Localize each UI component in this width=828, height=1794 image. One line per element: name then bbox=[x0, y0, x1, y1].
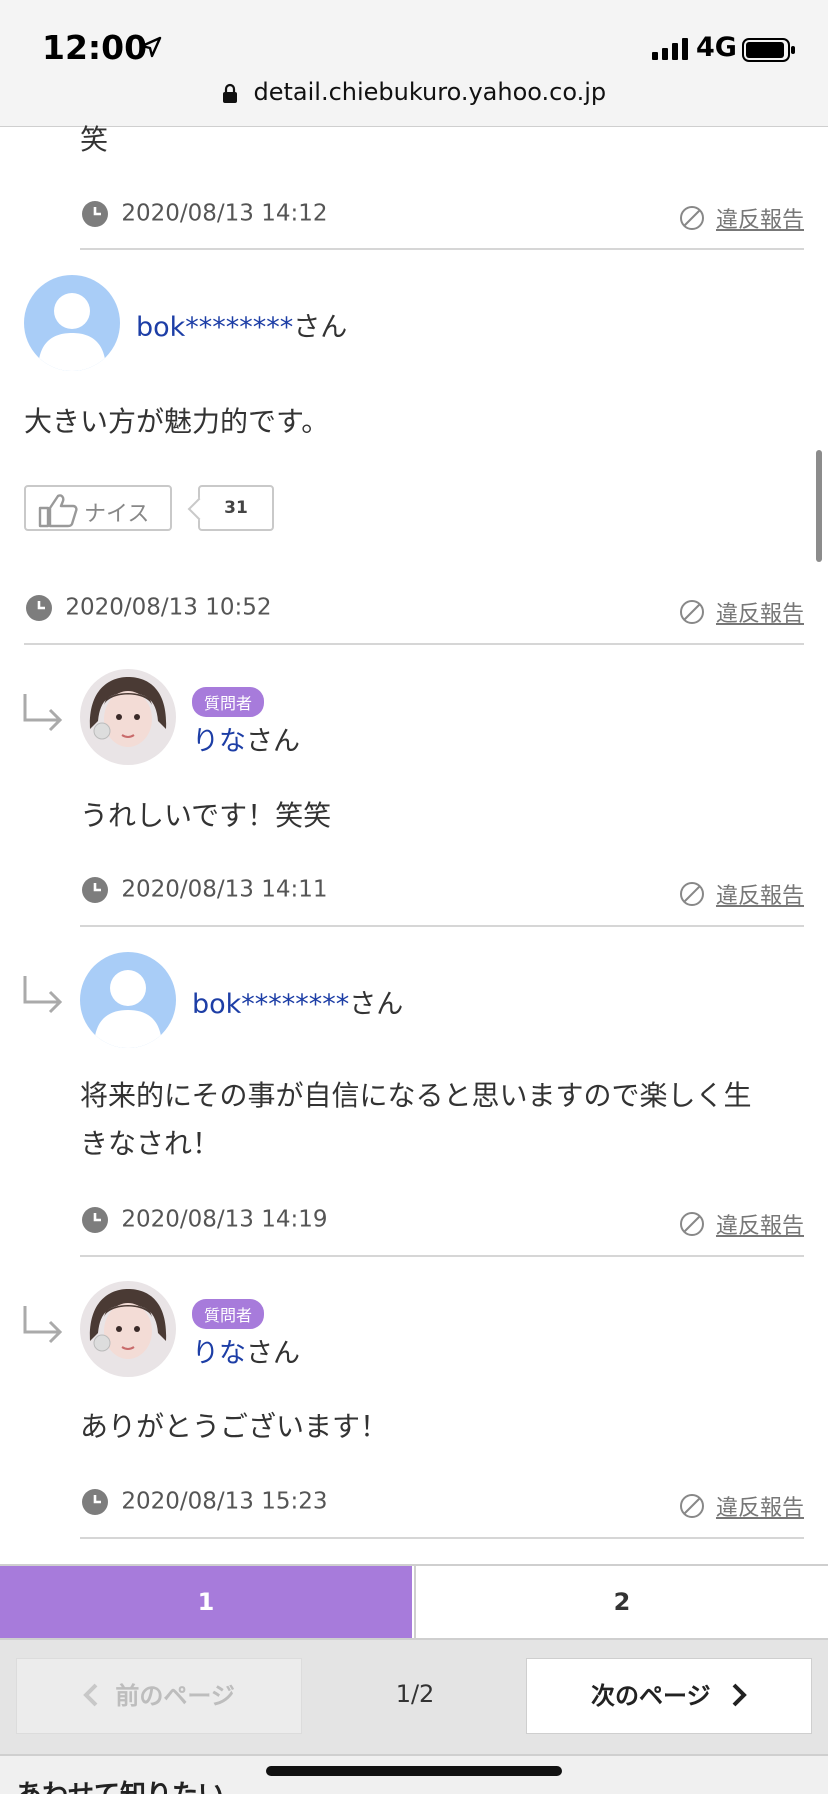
page-indicator: 1/2 bbox=[395, 1680, 435, 1708]
timestamp: 2020/08/13 15:23 bbox=[82, 1488, 327, 1518]
timestamp: 2020/08/13 14:12 bbox=[82, 200, 327, 230]
clock-icon bbox=[82, 876, 108, 903]
divider bbox=[80, 925, 804, 927]
scrollbar[interactable] bbox=[816, 450, 822, 562]
questioner-badge: 質問者 bbox=[192, 1299, 265, 1329]
report-link[interactable]: 違反報告 bbox=[679, 202, 804, 234]
clock-icon bbox=[82, 1488, 108, 1515]
report-link[interactable]: 違反報告 bbox=[679, 878, 804, 910]
chevron-right-icon bbox=[732, 1683, 747, 1707]
nice-button[interactable]: ナイス bbox=[24, 485, 172, 531]
reply-arrow-icon bbox=[23, 976, 63, 1014]
default-user-icon bbox=[38, 293, 106, 371]
avatar[interactable] bbox=[24, 275, 120, 371]
page-tab-2[interactable]: 2 bbox=[414, 1566, 828, 1640]
url-text: detail.chiebukuro.yahoo.co.jp bbox=[253, 78, 607, 106]
replier-name[interactable]: bok********さん bbox=[192, 982, 403, 1021]
divider bbox=[80, 248, 804, 250]
report-link[interactable]: 違反報告 bbox=[679, 1490, 804, 1522]
reply-text: 将来的にその事が自信になると思いますので楽しく生 きなされ！ bbox=[80, 1079, 752, 1160]
timestamp: 2020/08/13 14:11 bbox=[82, 876, 327, 906]
prev-page-button[interactable]: 前のページ bbox=[16, 1658, 302, 1734]
replier-name[interactable]: りなさん bbox=[192, 719, 300, 758]
chevron-left-icon bbox=[83, 1683, 98, 1707]
avatar[interactable] bbox=[80, 952, 176, 1048]
address-bar[interactable]: detail.chiebukuro.yahoo.co.jp bbox=[0, 78, 828, 106]
answer-text: 大きい方が魅力的です。 bbox=[24, 405, 330, 438]
prohibited-icon bbox=[679, 1212, 704, 1236]
status-time: 12:00 bbox=[42, 28, 148, 67]
cellular-signal-icon bbox=[652, 38, 688, 60]
profile-photo bbox=[80, 1281, 176, 1377]
reply-arrow-icon bbox=[23, 1306, 63, 1344]
divider bbox=[80, 1537, 804, 1539]
report-link[interactable]: 違反報告 bbox=[679, 1208, 804, 1240]
avatar[interactable] bbox=[80, 669, 176, 765]
status-bar: 12:00 4G detail.chiebukuro.yahoo.co.jp bbox=[0, 0, 828, 127]
page-tabs: 1 2 bbox=[0, 1564, 828, 1640]
thumbs-up-icon bbox=[38, 494, 78, 528]
reply-text: ありがとうございます！ bbox=[80, 1410, 389, 1443]
home-indicator[interactable] bbox=[266, 1766, 562, 1776]
clock-icon bbox=[82, 1206, 108, 1233]
clock-icon bbox=[82, 200, 108, 227]
previous-reply-text: 笑 bbox=[80, 123, 109, 156]
divider bbox=[24, 643, 804, 645]
prohibited-icon bbox=[679, 1494, 704, 1518]
answerer-name[interactable]: bok********さん bbox=[136, 305, 347, 344]
divider bbox=[80, 1255, 804, 1257]
battery-icon bbox=[742, 38, 795, 62]
reply-text: うれしいです！笑笑 bbox=[80, 799, 332, 832]
prohibited-icon bbox=[679, 882, 704, 906]
prohibited-icon bbox=[679, 206, 704, 230]
prohibited-icon bbox=[679, 600, 704, 624]
default-user-icon bbox=[94, 970, 162, 1048]
reply-arrow-icon bbox=[23, 694, 63, 732]
profile-photo bbox=[80, 669, 176, 765]
page-tab-1[interactable]: 1 bbox=[0, 1566, 412, 1640]
nice-count: 31 bbox=[198, 485, 274, 531]
replier-name[interactable]: りなさん bbox=[192, 1331, 300, 1370]
pager: 前のページ 1/2 次のページ bbox=[0, 1638, 828, 1756]
next-page-button[interactable]: 次のページ bbox=[526, 1658, 812, 1734]
clock-icon bbox=[26, 594, 52, 621]
timestamp: 2020/08/13 10:52 bbox=[26, 594, 271, 624]
lock-icon bbox=[222, 83, 237, 103]
avatar[interactable] bbox=[80, 1281, 176, 1377]
network-type: 4G bbox=[696, 32, 737, 63]
report-link[interactable]: 違反報告 bbox=[679, 596, 804, 628]
location-arrow-icon bbox=[140, 36, 162, 58]
timestamp: 2020/08/13 14:19 bbox=[82, 1206, 327, 1236]
questioner-badge: 質問者 bbox=[192, 687, 265, 717]
